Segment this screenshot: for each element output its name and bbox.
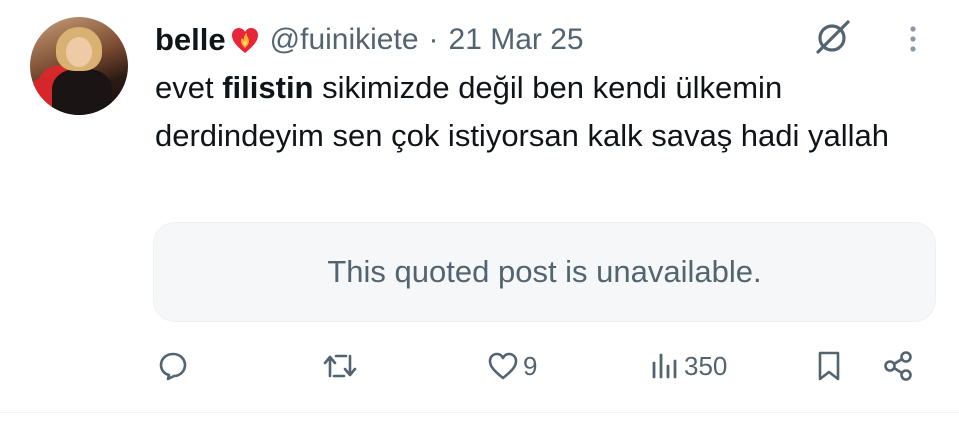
display-name[interactable]: belle (155, 22, 226, 58)
avatar[interactable] (30, 17, 128, 115)
repost-button[interactable] (322, 342, 362, 390)
like-button[interactable]: 9 (487, 342, 537, 390)
post-date[interactable]: 21 Mar 25 (449, 23, 584, 57)
repost-icon (323, 354, 357, 378)
divider (0, 412, 959, 413)
views-count: 350 (684, 350, 728, 381)
avatar-face (66, 37, 92, 67)
tweet-text-bold: filistin (222, 70, 314, 105)
quoted-post-message: This quoted post is unavailable. (327, 254, 762, 289)
tweet-text: evet filistin sikimizde değil ben kendi … (155, 64, 925, 160)
reply-icon (159, 352, 187, 381)
like-icon (488, 352, 518, 380)
views-icon (652, 353, 677, 379)
reply-button[interactable] (158, 342, 192, 390)
like-count: 9 (523, 350, 538, 381)
action-bar: 9 350 (0, 342, 959, 390)
bookmark-button[interactable] (815, 342, 843, 390)
grok-icon[interactable] (814, 18, 852, 56)
tweet-header: belle @fuinikiete · 21 Mar 25 (155, 18, 584, 62)
separator-dot: · (428, 23, 439, 56)
handle[interactable]: @fuinikiete (270, 23, 419, 57)
views-button[interactable]: 350 (650, 342, 727, 390)
avatar-body (52, 69, 112, 115)
more-vertical-icon[interactable] (900, 24, 926, 54)
bookmark-icon (818, 351, 840, 381)
heart-on-fire-icon (230, 26, 260, 54)
quoted-post-unavailable: This quoted post is unavailable. (153, 222, 936, 322)
share-button[interactable] (882, 342, 914, 390)
share-icon (884, 351, 912, 381)
tweet-text-part1: evet (155, 70, 223, 105)
